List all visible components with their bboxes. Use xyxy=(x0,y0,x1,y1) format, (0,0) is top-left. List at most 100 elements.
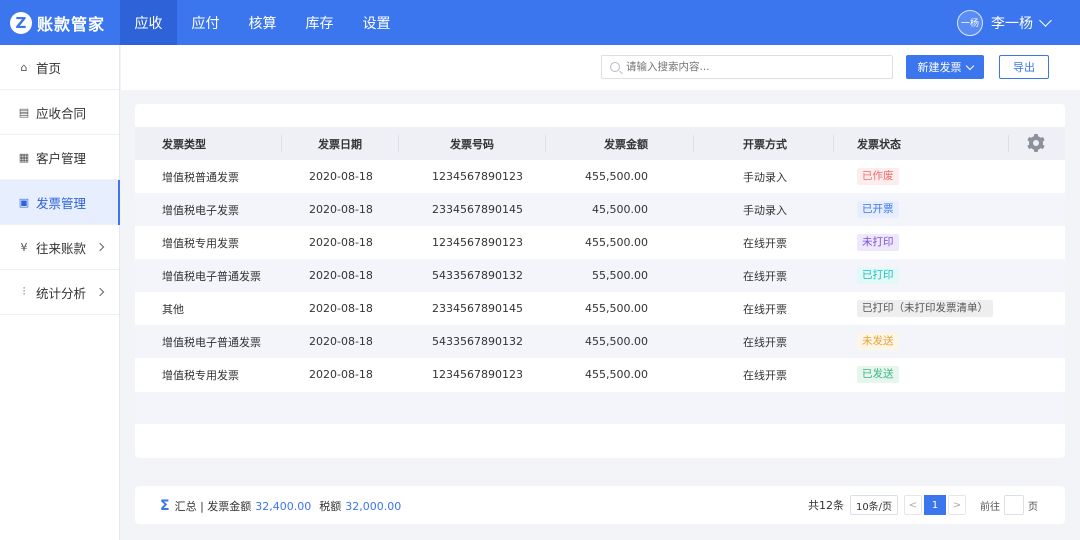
cell-method: 手动录入 xyxy=(743,170,787,184)
chevron-right-icon xyxy=(95,287,105,297)
brand[interactable]: Z 账款管家 xyxy=(0,0,120,45)
cell-number: 1234567890123 xyxy=(432,236,523,249)
cell-amount: 455,500.00 xyxy=(585,170,648,183)
sidebar-item-label: 统计分析 xyxy=(36,285,87,301)
total-count: 共12条 xyxy=(808,499,844,512)
new-invoice-button[interactable]: 新建发票 xyxy=(906,55,984,79)
table-row[interactable]: 增值税普通发票 2020-08-18 1234567890123 455,500… xyxy=(135,160,1065,193)
status-badge: 已发送 xyxy=(857,366,899,383)
invoice-amount-total: 32,400.00 xyxy=(255,499,312,513)
status-badge: 已打印 xyxy=(857,267,899,284)
sidebar-item-customers[interactable]: ▦ 客户管理 xyxy=(0,135,119,180)
column-divider xyxy=(398,135,399,152)
sidebar-item-accounts[interactable]: ¥ 往来账款 xyxy=(0,225,119,270)
cell-method: 在线开票 xyxy=(743,302,787,316)
current-page[interactable]: 1 xyxy=(924,495,946,515)
empty-row xyxy=(135,392,1065,424)
cell-type: 增值税专用发票 xyxy=(162,368,239,382)
cell-amount: 45,500.00 xyxy=(592,203,648,216)
cell-number: 5433567890132 xyxy=(432,335,523,348)
cell-number: 2334567890145 xyxy=(432,203,523,216)
nav-tab-receivable[interactable]: 应收 xyxy=(120,0,177,45)
page-size-select[interactable]: 10条/页 xyxy=(850,495,898,515)
goto-label: 前往 xyxy=(980,501,1000,513)
avatar: 一杨 xyxy=(957,9,983,36)
chart-icon: ⫶ xyxy=(22,285,26,298)
search-icon xyxy=(610,62,620,72)
column-header-type: 发票类型 xyxy=(162,137,206,151)
chevron-right-icon xyxy=(95,242,105,252)
cell-method: 手动录入 xyxy=(743,203,787,217)
app-name: 账款管家 xyxy=(37,14,106,34)
table-row[interactable]: 其他 2020-08-18 2334567890145 455,500.00 在… xyxy=(135,292,1065,325)
nav-tab-payable[interactable]: 应付 xyxy=(177,0,234,45)
sidebar-item-label: 往来账款 xyxy=(36,240,87,256)
cell-date: 2020-08-18 xyxy=(309,170,373,183)
sidebar-item-statistics[interactable]: ⫶ 统计分析 xyxy=(0,270,119,315)
table-row[interactable]: 增值税电子普通发票 2020-08-18 5433567890132 55,50… xyxy=(135,259,1065,292)
column-divider xyxy=(1008,135,1009,152)
search-input[interactable] xyxy=(626,61,876,73)
nav-tab-settings[interactable]: 设置 xyxy=(348,0,405,45)
prev-page-button[interactable]: < xyxy=(904,495,922,515)
table-row[interactable]: 增值税电子普通发票 2020-08-18 5433567890132 455,5… xyxy=(135,325,1065,358)
cell-amount: 55,500.00 xyxy=(592,269,648,282)
cell-type: 增值税电子普通发票 xyxy=(162,269,261,283)
column-divider xyxy=(545,135,546,152)
home-icon: ⌂ xyxy=(20,60,28,74)
cell-number: 1234567890123 xyxy=(432,368,523,381)
nav-tab-accounting[interactable]: 核算 xyxy=(234,0,291,45)
user-menu[interactable]: 一杨 李一杨 xyxy=(957,0,1052,45)
column-header-amount: 发票金额 xyxy=(604,137,648,151)
table-footer: Σ 汇总 | 发票金额 32,400.00 税额 32,000.00 共12条 … xyxy=(135,486,1065,524)
cell-type: 其他 xyxy=(162,302,184,316)
cell-number: 1234567890123 xyxy=(432,170,523,183)
column-divider xyxy=(693,135,694,152)
column-header-date: 发票日期 xyxy=(318,137,362,151)
cell-amount: 455,500.00 xyxy=(585,236,648,249)
cell-date: 2020-08-18 xyxy=(309,203,373,216)
top-bar: Z 账款管家 应收 应付 核算 库存 设置 一杨 李一杨 xyxy=(0,0,1080,45)
status-badge: 未打印 xyxy=(857,234,899,251)
export-button[interactable]: 导出 xyxy=(999,55,1049,79)
chevron-down-icon xyxy=(1039,13,1052,27)
search-box[interactable] xyxy=(601,55,893,79)
building-icon: ▦ xyxy=(18,150,30,164)
table-row[interactable]: 增值税电子发票 2020-08-18 2334567890145 45,500.… xyxy=(135,193,1065,226)
gear-icon[interactable] xyxy=(1027,134,1045,152)
status-badge: 已作废 xyxy=(857,168,899,185)
cell-type: 增值税电子普通发票 xyxy=(162,335,261,349)
cell-method: 在线开票 xyxy=(743,335,787,349)
sidebar-item-label: 发票管理 xyxy=(36,195,87,211)
nav-tab-inventory[interactable]: 库存 xyxy=(291,0,348,45)
new-invoice-label: 新建发票 xyxy=(917,61,962,74)
sigma-icon: Σ xyxy=(160,498,170,514)
yen-icon: ¥ xyxy=(20,240,28,254)
cell-type: 增值税电子发票 xyxy=(162,203,239,217)
sidebar: ⌂ 首页 ▤ 应收合同 ▦ 客户管理 ▣ 发票管理 ¥ 往来账款 ⫶ 统计分析 xyxy=(0,45,120,540)
sidebar-item-invoices[interactable]: ▣ 发票管理 xyxy=(0,180,120,225)
goto-page-input[interactable] xyxy=(1004,495,1024,515)
cell-date: 2020-08-18 xyxy=(309,335,373,348)
cell-amount: 455,500.00 xyxy=(585,335,648,348)
table-row[interactable]: 增值税专用发票 2020-08-18 1234567890123 455,500… xyxy=(135,226,1065,259)
document-icon: ▤ xyxy=(18,105,30,119)
status-badge: 未发送 xyxy=(857,333,899,350)
column-header-method: 开票方式 xyxy=(743,137,787,151)
cell-amount: 455,500.00 xyxy=(585,368,648,381)
summary-label: 汇总 | 发票金额 xyxy=(174,500,252,513)
cell-method: 在线开票 xyxy=(743,269,787,283)
table-row[interactable]: 增值税专用发票 2020-08-18 1234567890123 455,500… xyxy=(135,358,1065,391)
sidebar-item-label: 客户管理 xyxy=(36,150,87,166)
sidebar-item-label: 应收合同 xyxy=(36,105,87,121)
invoice-table: 发票类型 发票日期 发票号码 发票金额 开票方式 发票状态 增值税普通发票 20… xyxy=(135,104,1065,458)
next-page-button[interactable]: > xyxy=(948,495,966,515)
chevron-down-icon xyxy=(965,61,974,70)
cell-type: 增值税普通发票 xyxy=(162,170,239,184)
sidebar-item-home[interactable]: ⌂ 首页 xyxy=(0,45,119,90)
column-header-number: 发票号码 xyxy=(450,137,494,151)
column-divider xyxy=(281,135,282,152)
cell-date: 2020-08-18 xyxy=(309,368,373,381)
cell-method: 在线开票 xyxy=(743,368,787,382)
sidebar-item-contracts[interactable]: ▤ 应收合同 xyxy=(0,90,119,135)
